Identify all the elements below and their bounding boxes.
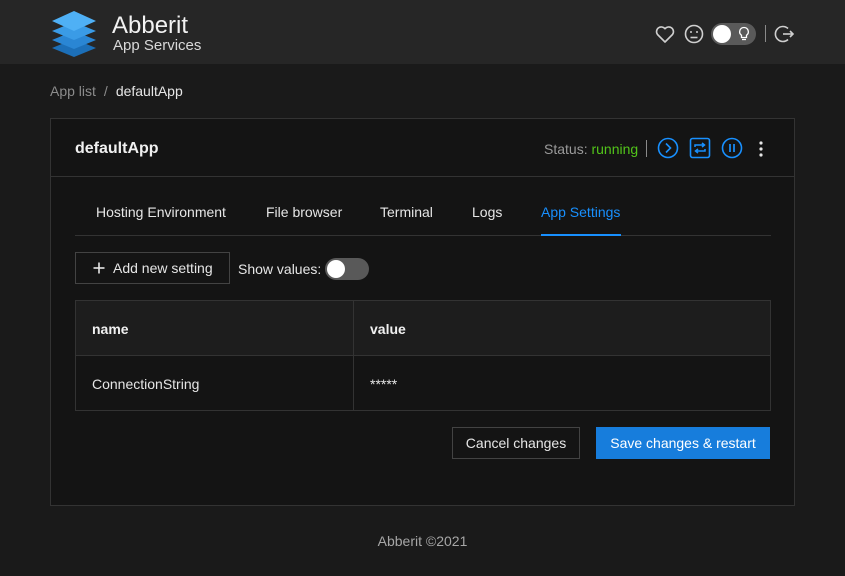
column-divider [353,301,354,410]
more-icon[interactable] [753,138,769,160]
theme-toggle[interactable] [711,23,756,45]
breadcrumb: App list / defaultApp [50,83,183,100]
settings-table: name value ConnectionString ***** [75,300,771,411]
show-values-switch[interactable] [325,258,369,280]
column-header-name: name [92,321,129,337]
app-title: Abberit [112,12,189,39]
logout-icon[interactable] [774,23,796,45]
table-row[interactable]: ConnectionString ***** [76,356,770,410]
toggle-knob [713,25,731,43]
app-card: defaultApp Status: running Hosting Envir… [50,118,795,506]
table-header: name value [76,301,770,356]
add-setting-button[interactable]: Add new setting [75,252,230,284]
feedback-face-icon[interactable] [683,23,705,45]
app-header: Abberit App Services [0,0,845,64]
tab-active-indicator [541,234,621,236]
setting-name-cell[interactable]: ConnectionString [92,376,199,392]
tab-app-settings[interactable]: App Settings [541,204,620,220]
plus-icon [93,262,105,274]
tab-logs[interactable]: Logs [472,204,502,220]
tab-hosting-environment[interactable]: Hosting Environment [96,204,226,220]
pause-icon[interactable] [721,137,743,159]
logo-icon [52,11,96,57]
add-setting-label: Add new setting [113,260,213,276]
status-label: Status: [544,141,588,157]
breadcrumb-app-list-link[interactable]: App list [50,83,96,99]
tab-terminal[interactable]: Terminal [380,204,433,220]
cancel-changes-button[interactable]: Cancel changes [452,427,580,459]
tab-file-browser[interactable]: File browser [266,204,342,220]
card-title: defaultApp [75,140,159,157]
save-restart-button[interactable]: Save changes & restart [596,427,770,459]
header-divider [765,25,766,42]
card-header: defaultApp Status: running [51,119,794,177]
play-icon[interactable] [657,137,679,159]
app-status: Status: running [544,141,638,157]
lightbulb-icon [739,26,749,41]
page-footer: Abberit ©2021 [377,533,468,549]
show-values-label: Show values: [238,261,322,277]
restart-icon[interactable] [689,137,711,159]
tab-bar: Hosting Environment File browser Termina… [75,177,771,236]
setting-value-cell[interactable]: ***** [370,376,397,392]
column-header-value: value [370,321,406,337]
switch-knob [327,260,345,278]
status-divider [646,140,647,157]
breadcrumb-current: defaultApp [115,83,183,99]
app-subtitle: App Services [113,37,202,54]
heart-icon[interactable] [654,23,676,45]
breadcrumb-separator: / [103,83,108,99]
status-value: running [591,141,639,157]
